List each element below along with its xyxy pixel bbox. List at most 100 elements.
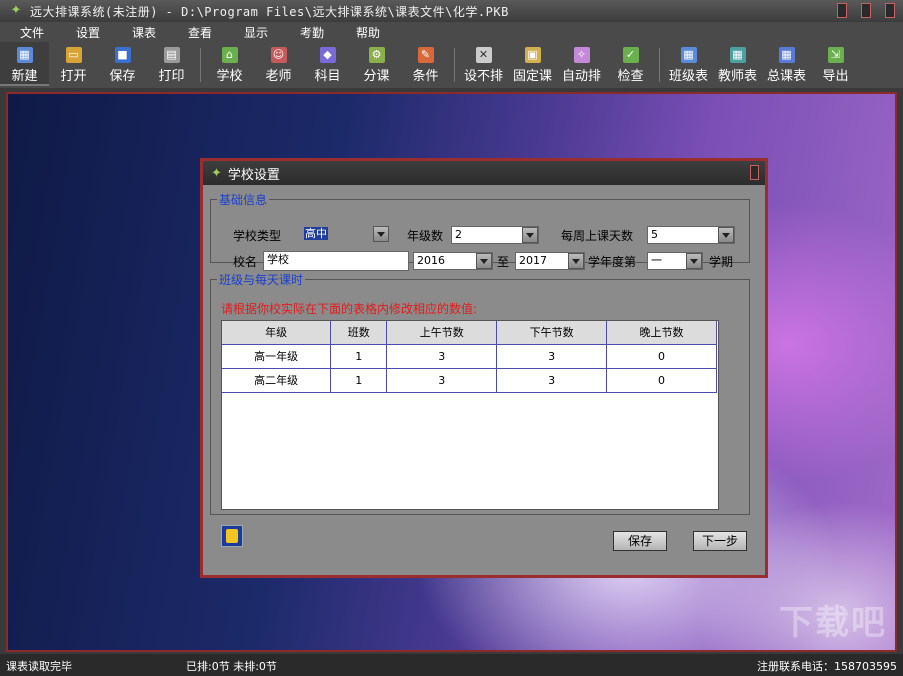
dialog-close-button[interactable] [750,165,759,180]
title-bar: ✦ 远大排课系统(未注册) - D:\Program Files\远大排课系统\… [0,0,903,22]
school-button[interactable]: ⌂ 学校 [205,42,254,86]
school-settings-dialog: ✦ 学校设置 基础信息 学校类型 高中 年级数 2 每周上课天数 5 校名 学校… [200,158,768,578]
save-toolbar-button[interactable]: ■ 保存 [98,42,147,86]
teacher-table-button[interactable]: ▦ 教师表 [713,42,762,86]
semester-suffix-label: 学期 [709,254,734,269]
classes-legend: 班级与每天课时 [219,273,304,287]
maximize-button[interactable] [861,3,871,18]
condition-icon: ✎ [417,47,434,63]
toolbar-separator [454,48,455,82]
basic-info-group: 基础信息 学校类型 高中 年级数 2 每周上课天数 5 校名 学校 2016 至… [210,191,750,271]
app-logo-icon: ✦ [10,3,22,18]
table-cell[interactable]: 高二年级 [222,368,332,393]
classes-per-day-group: 班级与每天课时 请根据你校实际在下面的表格内修改相应的数值: 年级 班数 上午节… [210,271,750,515]
school-name-input[interactable]: 学校 [263,251,409,271]
status-lesson-count: 已排:0节 未排:0节 [186,660,277,673]
column-header[interactable]: 下午节数 [496,321,608,345]
grades-label: 年级数 [407,228,444,243]
grade-lessons-table: 年级 班数 上午节数 下午节数 晚上节数 高一年级 1 3 3 0 高二年级 1… [221,320,719,510]
menu-attendance[interactable]: 考勤 [284,24,340,41]
status-message: 课表读取完毕 [6,660,72,673]
status-bar: 课表读取完毕 已排:0节 未排:0节 注册联系电话：158703595 [0,654,903,676]
watermark-text: 下载吧 [779,603,887,643]
next-step-button[interactable]: 下一步 [693,531,747,551]
semester-value: 一 [651,254,662,267]
menu-view[interactable]: 查看 [172,24,228,41]
open-folder-icon: ▭ [65,47,82,63]
check-button[interactable]: ✓ 检查 [606,42,655,86]
menu-display[interactable]: 显示 [228,24,284,41]
fixed-lesson-button[interactable]: ▣ 固定课 [508,42,557,86]
close-button[interactable] [885,3,895,18]
app-logo-icon: ✦ [211,165,222,181]
assign-lesson-icon: ⚙ [368,47,385,63]
menu-help[interactable]: 帮助 [340,24,396,41]
chevron-down-icon[interactable] [568,253,584,269]
table-cell[interactable]: 1 [330,368,388,393]
book-icon[interactable] [221,525,243,547]
exclude-icon: ✕ [475,47,492,63]
column-header[interactable]: 上午节数 [386,321,498,345]
assign-lesson-button[interactable]: ⚙ 分课 [352,42,401,86]
save-disk-icon: ■ [114,47,131,63]
export-button[interactable]: ⇲ 导出 [811,42,860,86]
column-header[interactable]: 晚上节数 [606,321,717,345]
table-cell[interactable]: 1 [330,344,388,369]
book-page-icon [226,529,238,543]
days-per-week-value: 5 [651,228,658,241]
class-table-button[interactable]: ▦ 班级表 [664,42,713,86]
table-row: 高二年级 1 3 3 0 [222,368,717,393]
school-icon: ⌂ [221,47,238,63]
window-title: 远大排课系统(未注册) - D:\Program Files\远大排课系统\课表… [30,4,509,19]
chevron-down-icon[interactable] [373,226,389,242]
dialog-title-bar: ✦ 学校设置 [203,161,765,185]
condition-button[interactable]: ✎ 条件 [401,42,450,86]
master-table-icon: ▦ [778,47,795,63]
table-cell[interactable]: 0 [606,368,717,393]
menu-file[interactable]: 文件 [4,24,60,41]
to-label: 至 [497,254,510,269]
teacher-button[interactable]: ☺ 老师 [254,42,303,86]
chevron-down-icon[interactable] [718,227,734,243]
table-cell[interactable]: 3 [386,368,498,393]
table-cell[interactable]: 3 [496,344,608,369]
master-table-button[interactable]: ▦ 总课表 [762,42,811,86]
menu-settings[interactable]: 设置 [60,24,116,41]
menu-schedule[interactable]: 课表 [116,24,172,41]
auto-schedule-button[interactable]: ✧ 自动排 [557,42,606,86]
table-cell[interactable]: 0 [606,344,717,369]
school-type-select[interactable]: 高中 [301,226,389,244]
days-per-week-select[interactable]: 5 [647,226,735,244]
column-header[interactable]: 年级 [222,321,332,345]
chevron-down-icon[interactable] [686,253,702,269]
new-button[interactable]: ▦ 新建 [0,42,49,86]
days-per-week-label: 每周上课天数 [561,228,634,243]
toolbar-separator [659,48,660,82]
table-cell[interactable]: 3 [386,344,498,369]
print-button[interactable]: ▤ 打印 [147,42,196,86]
school-type-label: 学校类型 [233,228,282,243]
subject-button[interactable]: ◆ 科目 [303,42,352,86]
chevron-down-icon[interactable] [476,253,492,269]
semester-select[interactable]: 一 [647,252,703,270]
printer-icon: ▤ [163,47,180,63]
year-to-select[interactable]: 2017 [515,252,585,270]
menu-bar: 文件 设置 课表 查看 显示 考勤 帮助 [0,22,903,42]
status-contact: 注册联系电话：158703595 [757,660,897,673]
open-button[interactable]: ▭ 打开 [49,42,98,86]
exclude-button[interactable]: ✕ 设不排 [459,42,508,86]
column-header[interactable]: 班数 [330,321,388,345]
table-header-row: 年级 班数 上午节数 下午节数 晚上节数 [222,321,717,345]
toolbar: ▦ 新建 ▭ 打开 ■ 保存 ▤ 打印 ⌂ 学校 ☺ 老师 ◆ 科目 ⚙ 分课 ✎ 条件 ✕ 设不排… [0,42,903,88]
check-icon: ✓ [622,47,639,63]
new-doc-icon: ▦ [16,47,33,63]
subject-book-icon: ◆ [319,47,336,63]
year-from-select[interactable]: 2016 [413,252,493,270]
save-button[interactable]: 保存 [613,531,667,551]
chevron-down-icon[interactable] [522,227,538,243]
table-row: 高一年级 1 3 3 0 [222,344,717,369]
grades-select[interactable]: 2 [451,226,539,244]
table-cell[interactable]: 高一年级 [222,344,332,369]
minimize-button[interactable] [837,3,847,18]
table-cell[interactable]: 3 [496,368,608,393]
